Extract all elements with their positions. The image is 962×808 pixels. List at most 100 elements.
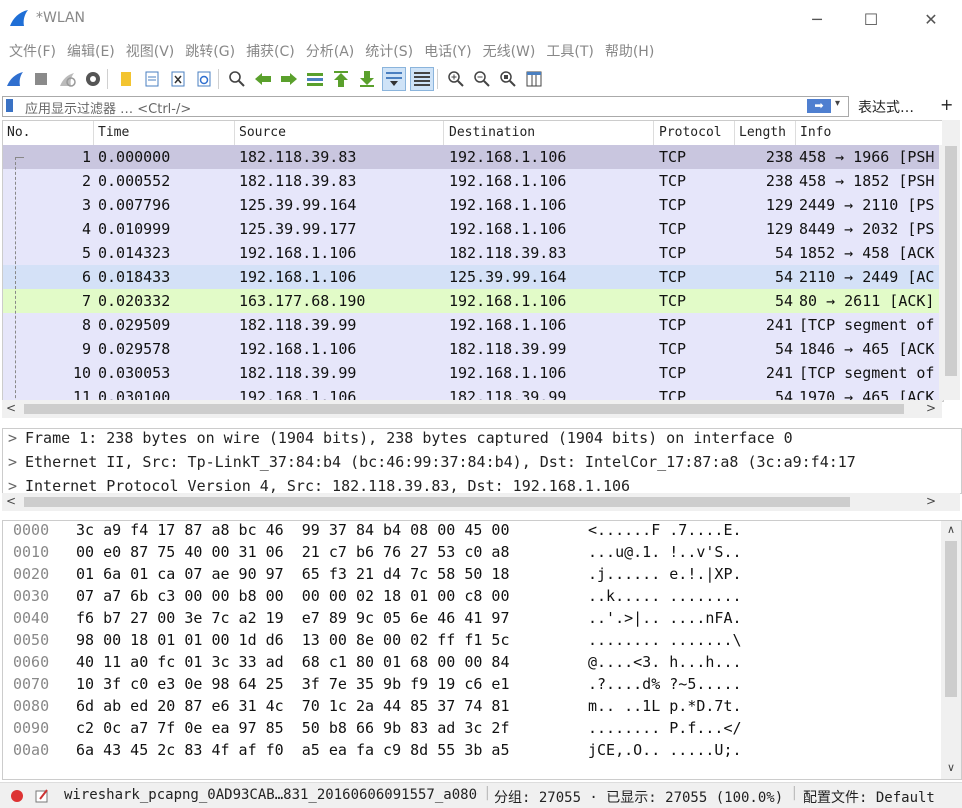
column-header-info[interactable]: Info xyxy=(800,125,831,140)
byte-row[interactable]: 00a0 6a 43 45 2c 83 4f af f0 a5 ea fa c9 … xyxy=(3,741,933,763)
packet-cell-protocol: TCP xyxy=(659,364,687,382)
find-packet-icon[interactable] xyxy=(226,68,248,90)
byte-row[interactable]: 0040 f6 b7 27 00 3e 7c a2 19 e7 89 9c 05 … xyxy=(3,609,933,631)
first-packet-icon[interactable] xyxy=(330,68,352,90)
filter-history-chevron-down-icon[interactable]: ▾ xyxy=(835,98,840,109)
menu-go[interactable]: 跳转(G) xyxy=(185,41,235,61)
reload-file-icon[interactable] xyxy=(193,68,215,90)
resize-columns-icon[interactable] xyxy=(523,68,545,90)
packet-list-hscroll-thumb[interactable] xyxy=(24,404,904,414)
zoom-in-icon[interactable] xyxy=(445,68,467,90)
zoom-out-icon[interactable] xyxy=(471,68,493,90)
byte-hex: 07 a7 6b c3 00 00 b8 00 00 00 02 18 01 0… xyxy=(76,587,510,605)
menu-analyze[interactable]: 分析(A) xyxy=(306,41,355,61)
open-file-icon[interactable] xyxy=(115,68,137,90)
edit-comment-icon[interactable] xyxy=(34,788,50,804)
scroll-left-chevron-icon[interactable]: < xyxy=(6,494,16,508)
scroll-up-chevron-icon[interactable]: ∧ xyxy=(947,523,955,536)
scroll-left-chevron-icon[interactable]: < xyxy=(6,401,16,415)
menu-file[interactable]: 文件(F) xyxy=(9,41,56,61)
expand-chevron-icon[interactable]: > xyxy=(8,477,17,493)
bytes-vertical-scrollbar[interactable]: ∧ ∨ xyxy=(941,521,961,779)
menu-wireless[interactable]: 无线(W) xyxy=(483,41,536,61)
byte-row[interactable]: 0060 40 11 a0 fc 01 3c 33 ad 68 c1 80 01 … xyxy=(3,653,933,675)
byte-ascii: ..'.>|.. ....nFA. xyxy=(588,609,742,627)
close-button[interactable]: ✕ xyxy=(906,0,956,38)
column-header-time[interactable]: Time xyxy=(98,125,129,140)
expression-button[interactable]: 表达式… xyxy=(858,97,914,117)
packet-list-pane[interactable]: No. Time Source Destination Protocol Len… xyxy=(2,120,944,402)
save-file-icon[interactable] xyxy=(141,68,163,90)
stop-capture-icon[interactable] xyxy=(30,68,52,90)
maximize-button[interactable]: ☐ xyxy=(846,0,896,38)
display-filter-input[interactable]: 应用显示过滤器 … <Ctrl-/> ➡ ▾ xyxy=(2,96,849,117)
packet-list-horizontal-scrollbar[interactable]: < > xyxy=(2,400,942,418)
menu-capture[interactable]: 捕获(C) xyxy=(246,41,295,61)
column-header-no[interactable]: No. xyxy=(7,125,30,140)
packet-cell-info: 8449 → 2032 [PS xyxy=(799,220,935,238)
packet-cell-time: 0.018433 xyxy=(98,268,171,286)
packet-row[interactable]: 2 0.000552 182.118.39.83 192.168.1.106 TCP 23… xyxy=(3,169,943,193)
profile-label[interactable]: 配置文件: Default xyxy=(803,787,935,807)
packet-row[interactable]: 6 0.018433 192.168.1.106 125.39.99.164 TCP 54… xyxy=(3,265,943,289)
add-filter-button[interactable]: + xyxy=(940,95,953,114)
byte-offset: 00a0 xyxy=(13,741,50,759)
packet-row[interactable]: 10 0.030053 182.118.39.99 192.168.1.106 TCP 2… xyxy=(3,361,943,385)
zoom-reset-icon[interactable] xyxy=(497,68,519,90)
capture-status-icon[interactable] xyxy=(10,789,24,803)
packet-details-pane[interactable]: > Frame 1: 238 bytes on wire (1904 bits)… xyxy=(2,428,962,494)
details-horizontal-scrollbar[interactable]: < > xyxy=(2,493,960,511)
start-capture-fin-icon[interactable] xyxy=(4,68,26,90)
go-to-packet-icon[interactable] xyxy=(304,68,326,90)
go-forward-arrow-icon[interactable] xyxy=(278,68,300,90)
packet-cell-source: 182.118.39.99 xyxy=(239,316,357,334)
byte-row[interactable]: 0000 3c a9 f4 17 87 a8 bc 46 99 37 84 b4 … xyxy=(3,521,933,543)
details-hscroll-thumb[interactable] xyxy=(24,497,850,507)
capture-options-gear-icon[interactable] xyxy=(82,68,104,90)
menu-tools[interactable]: 工具(T) xyxy=(546,41,593,61)
packet-cell-info: 2449 → 2110 [PS xyxy=(799,196,935,214)
packet-row[interactable]: 8 0.029509 182.118.39.99 192.168.1.106 TCP 24… xyxy=(3,313,943,337)
packet-bytes-pane[interactable]: 0000 3c a9 f4 17 87 a8 bc 46 99 37 84 b4 … xyxy=(2,520,962,780)
scroll-right-chevron-icon[interactable]: > xyxy=(926,401,936,415)
byte-row[interactable]: 0010 00 e0 87 75 40 00 31 06 21 c7 b6 76 … xyxy=(3,543,933,565)
apply-filter-arrow-icon[interactable]: ➡ xyxy=(807,99,831,113)
menu-edit[interactable]: 编辑(E) xyxy=(67,41,115,61)
byte-row[interactable]: 0080 6d ab ed 20 87 e6 31 4c 70 1c 2a 44 … xyxy=(3,697,933,719)
menu-telephony[interactable]: 电话(Y) xyxy=(424,41,471,61)
packet-row[interactable]: 4 0.010999 125.39.99.177 192.168.1.106 TCP 12… xyxy=(3,217,943,241)
packet-row[interactable]: 3 0.007796 125.39.99.164 192.168.1.106 TCP 12… xyxy=(3,193,943,217)
byte-row[interactable]: 0050 98 00 18 01 01 00 1d d6 13 00 8e 00 … xyxy=(3,631,933,653)
packet-row[interactable]: 7 0.020332 163.177.68.190 192.168.1.106 TCP 5… xyxy=(3,289,943,313)
scroll-down-chevron-icon[interactable]: ∨ xyxy=(947,761,955,774)
expand-chevron-icon[interactable]: > xyxy=(8,429,17,447)
last-packet-icon[interactable] xyxy=(356,68,378,90)
close-file-icon[interactable] xyxy=(167,68,189,90)
column-header-length[interactable]: Length xyxy=(739,125,786,140)
expand-chevron-icon[interactable]: > xyxy=(8,453,17,471)
packet-list-vertical-scrollbar[interactable] xyxy=(942,120,960,400)
bookmark-icon[interactable] xyxy=(6,99,13,112)
byte-row[interactable]: 0030 07 a7 6b c3 00 00 b8 00 00 00 02 18 … xyxy=(3,587,933,609)
menu-statistics[interactable]: 统计(S) xyxy=(365,41,413,61)
autoscroll-icon[interactable] xyxy=(382,67,406,91)
minimize-button[interactable]: ─ xyxy=(792,0,842,38)
packet-row[interactable]: 9 0.029578 192.168.1.106 182.118.39.99 TCP 54… xyxy=(3,337,943,361)
colorize-icon[interactable] xyxy=(410,67,434,91)
packet-row[interactable]: 1 0.000000 182.118.39.83 192.168.1.106 TCP 23… xyxy=(3,145,943,169)
column-header-destination[interactable]: Destination xyxy=(449,125,535,140)
column-header-protocol[interactable]: Protocol xyxy=(659,125,722,140)
byte-row[interactable]: 0070 10 3f c0 e3 0e 98 64 25 3f 7e 35 9b … xyxy=(3,675,933,697)
menu-help[interactable]: 帮助(H) xyxy=(605,41,654,61)
byte-ascii: @....<3. h...h... xyxy=(588,653,742,671)
column-header-source[interactable]: Source xyxy=(239,125,286,140)
go-back-arrow-icon[interactable] xyxy=(252,68,274,90)
menu-view[interactable]: 视图(V) xyxy=(126,41,175,61)
packet-list-scroll-thumb[interactable] xyxy=(945,146,957,376)
bytes-scroll-thumb[interactable] xyxy=(945,541,957,697)
packet-row[interactable]: 5 0.014323 192.168.1.106 182.118.39.83 TCP 54… xyxy=(3,241,943,265)
byte-row[interactable]: 0020 01 6a 01 ca 07 ae 90 97 65 f3 21 d4 … xyxy=(3,565,933,587)
scroll-right-chevron-icon[interactable]: > xyxy=(926,494,936,508)
restart-capture-icon[interactable] xyxy=(56,68,78,90)
byte-row[interactable]: 0090 c2 0c a7 7f 0e ea 97 85 50 b8 66 9b … xyxy=(3,719,933,741)
